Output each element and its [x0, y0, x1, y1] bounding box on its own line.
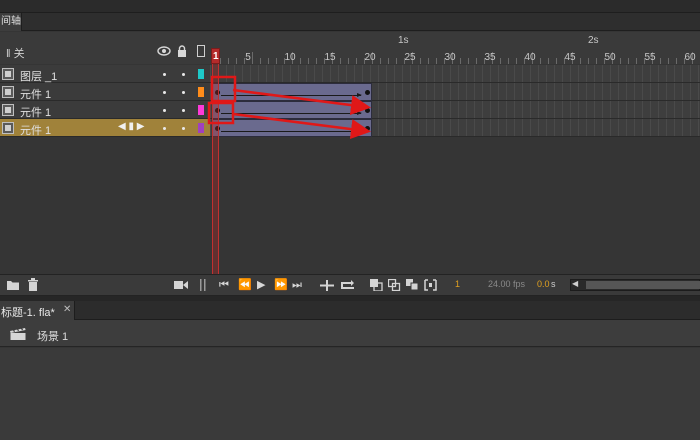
- step-forward-icon[interactable]: ⏩: [274, 278, 288, 292]
- scrollbar-thumb[interactable]: [586, 281, 700, 289]
- go-to-last-frame-icon[interactable]: ⏭: [292, 278, 302, 292]
- onion-skin-outlines-icon[interactable]: [388, 279, 401, 291]
- ruler-frame-number: 50: [604, 52, 616, 63]
- modify-onion-markers-icon[interactable]: [424, 279, 437, 291]
- layer-name[interactable]: 元件 1: [20, 104, 51, 120]
- ruler-frame-number: 60: [684, 52, 696, 63]
- ruler-frame-number: 30: [444, 52, 456, 63]
- ruler-frame-number: 10: [284, 52, 296, 63]
- onion-skin-icon[interactable]: [370, 279, 383, 291]
- classic-tween-span[interactable]: [212, 119, 372, 137]
- current-frame-readout[interactable]: 1: [455, 279, 460, 289]
- layer-color-swatch[interactable]: [198, 69, 204, 79]
- ruler-frame-number: 55: [644, 52, 656, 63]
- layer-icon: [2, 86, 14, 98]
- clapperboard-icon: [10, 327, 26, 340]
- visibility-dot[interactable]: [163, 127, 166, 130]
- lock-dot[interactable]: [182, 91, 185, 94]
- scene-label[interactable]: 场景 1: [37, 328, 68, 344]
- layer-name[interactable]: 元件 1: [20, 122, 51, 138]
- ruler-frame-number: 40: [524, 52, 536, 63]
- layer-icon: [2, 122, 14, 134]
- ruler-frame-number: 35: [484, 52, 496, 63]
- loop-icon[interactable]: [320, 280, 334, 291]
- layer-color-swatch[interactable]: [198, 123, 204, 133]
- layer-color-swatch[interactable]: [198, 87, 204, 97]
- classic-tween-span[interactable]: [212, 101, 372, 119]
- toolbar-divider-icon: [200, 279, 206, 291]
- tween-arrow: [221, 93, 362, 97]
- playhead-line: [212, 48, 219, 274]
- frame-rate-readout[interactable]: 24.00 fps: [488, 279, 525, 289]
- lock-dot[interactable]: [182, 109, 185, 112]
- outline-all-icon[interactable]: [197, 45, 205, 57]
- ruler-frame-number: 20: [364, 52, 376, 63]
- ruler-tick: [252, 52, 253, 64]
- layer-row[interactable]: 元件 1: [0, 101, 210, 119]
- visibility-dot[interactable]: [163, 73, 166, 76]
- layer-color-swatch[interactable]: [198, 105, 204, 115]
- ruler-frame-number: 15: [324, 52, 336, 63]
- layer-icon: [2, 68, 14, 80]
- close-icon[interactable]: ✕: [63, 304, 71, 315]
- layer-icon: [2, 104, 14, 116]
- tween-arrow: [221, 129, 362, 133]
- edit-bar: [0, 320, 700, 347]
- ruler-second-label: 1s: [398, 35, 409, 46]
- layer-row-selected[interactable]: 元件 1 ◀ ▮ ▶: [0, 119, 210, 137]
- layer-name[interactable]: 图层 _1: [20, 68, 57, 84]
- stage-area[interactable]: [0, 348, 700, 440]
- end-keyframe[interactable]: [365, 126, 370, 131]
- end-keyframe[interactable]: [365, 90, 370, 95]
- edit-layer-arrows-icon[interactable]: ◀ ▮ ▶: [118, 121, 144, 132]
- step-back-icon[interactable]: ⏪: [238, 278, 252, 292]
- ruler-second-label: 2s: [588, 35, 599, 46]
- window-top-strip: [0, 0, 700, 13]
- lock-dot[interactable]: [182, 73, 185, 76]
- go-to-first-frame-icon[interactable]: ⏮: [219, 278, 229, 292]
- document-tab-strip: [0, 301, 700, 320]
- new-folder-icon[interactable]: [6, 279, 20, 291]
- visibility-dot[interactable]: [163, 109, 166, 112]
- play-icon[interactable]: ▶: [257, 278, 265, 292]
- current-frame-marker: 1: [213, 51, 219, 62]
- ruler-frame-number: 25: [404, 52, 416, 63]
- visibility-dot[interactable]: [163, 91, 166, 94]
- layer-header-label: ‖ 关: [6, 48, 25, 60]
- document-tab-label[interactable]: 标题-1. fla*: [1, 304, 55, 320]
- delete-layer-icon[interactable]: [27, 278, 39, 291]
- camera-icon[interactable]: [174, 280, 188, 290]
- ruler-frame-number: 5: [245, 52, 251, 63]
- scroll-left-icon[interactable]: ◀: [572, 279, 578, 288]
- end-keyframe[interactable]: [365, 108, 370, 113]
- frame-row[interactable]: [210, 65, 700, 83]
- edit-multiple-frames-icon[interactable]: [406, 279, 419, 291]
- lock-all-icon[interactable]: [177, 45, 187, 57]
- panel-tab-strip: [22, 13, 700, 31]
- classic-tween-span[interactable]: [212, 83, 372, 101]
- elapsed-time-readout[interactable]: 0.0: [537, 279, 550, 289]
- elapsed-time-unit: s: [551, 279, 556, 289]
- tween-arrow: [221, 111, 362, 115]
- layer-name[interactable]: 元件 1: [20, 86, 51, 102]
- layer-row[interactable]: 元件 1: [0, 83, 210, 101]
- layer-row[interactable]: 图层 _1: [0, 65, 210, 83]
- show-hide-all-icon[interactable]: [157, 46, 171, 56]
- tab-timeline[interactable]: 间轴: [0, 13, 22, 31]
- ruler-frame-number: 45: [564, 52, 576, 63]
- lock-dot[interactable]: [182, 127, 185, 130]
- center-frame-icon[interactable]: [340, 279, 354, 291]
